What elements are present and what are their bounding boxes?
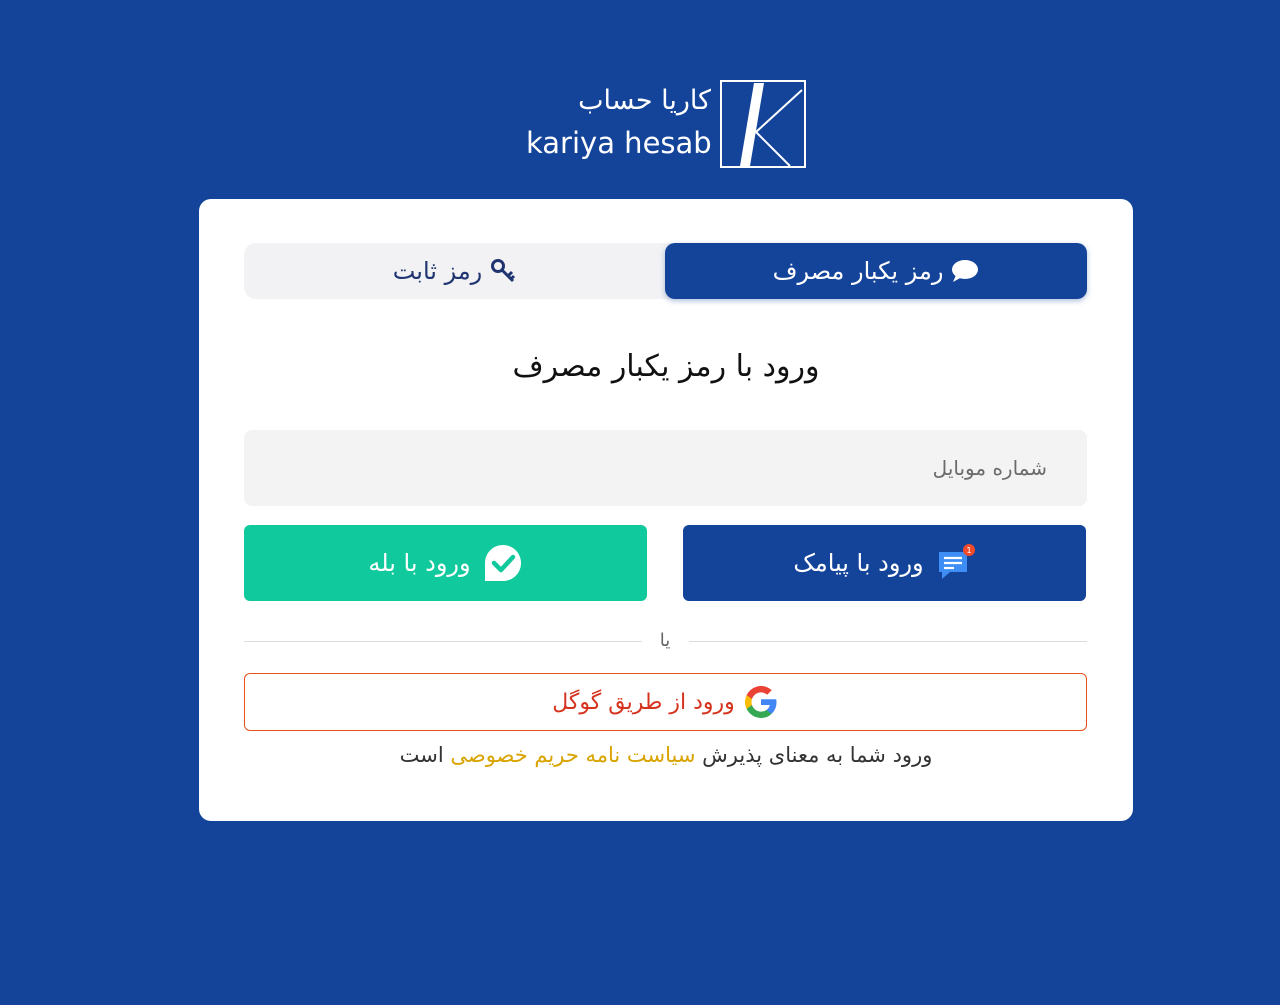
chat-bubble-icon	[951, 259, 979, 283]
login-method-tabs: رمز یکبار مصرف رمز ثابت	[244, 243, 1087, 299]
bale-login-label: ورود با بله	[368, 549, 471, 577]
privacy-notice-after: است	[399, 743, 444, 767]
login-card: رمز یکبار مصرف رمز ثابت ورود با رمز یکبا…	[199, 199, 1133, 821]
brand-logo: کاریا حساب kariya hesab	[524, 80, 806, 168]
mobile-number-input[interactable]	[244, 430, 1087, 506]
brand-name-en: kariya hesab	[526, 126, 712, 160]
privacy-policy-link[interactable]: سیاست نامه حریم خصوصی	[450, 743, 695, 767]
privacy-notice: ورود شما به معنای پذیرش سیاست نامه حریم …	[199, 739, 1133, 771]
sms-login-button[interactable]: 1 ورود با پیامک	[683, 525, 1086, 601]
google-login-button[interactable]: ورود از طریق گوگل	[244, 673, 1087, 731]
privacy-notice-before: ورود شما به معنای پذیرش	[702, 743, 933, 767]
divider-line-left	[244, 641, 642, 642]
tab-static-label: رمز ثابت	[392, 257, 483, 285]
tab-one-time-password[interactable]: رمز یکبار مصرف	[665, 243, 1087, 299]
google-icon	[743, 684, 779, 720]
google-login-label: ورود از طریق گوگل	[552, 689, 735, 715]
brand-name-fa: کاریا حساب	[578, 85, 711, 116]
form-title: ورود با رمز یکبار مصرف	[512, 349, 820, 384]
tab-static-password[interactable]: رمز ثابت	[244, 243, 665, 299]
k-logo-icon	[720, 80, 806, 168]
divider-text: یا	[659, 630, 671, 651]
bale-shield-check-icon	[483, 543, 523, 583]
sms-login-label: ورود با پیامک	[793, 549, 924, 577]
divider-line-right	[689, 641, 1087, 642]
key-icon	[490, 258, 516, 284]
notification-badge: 1	[966, 546, 971, 555]
sms-message-icon: 1	[936, 544, 976, 582]
or-divider: یا	[244, 629, 1087, 653]
bale-login-button[interactable]: ورود با بله	[244, 525, 647, 601]
tab-otp-label: رمز یکبار مصرف	[772, 257, 944, 285]
